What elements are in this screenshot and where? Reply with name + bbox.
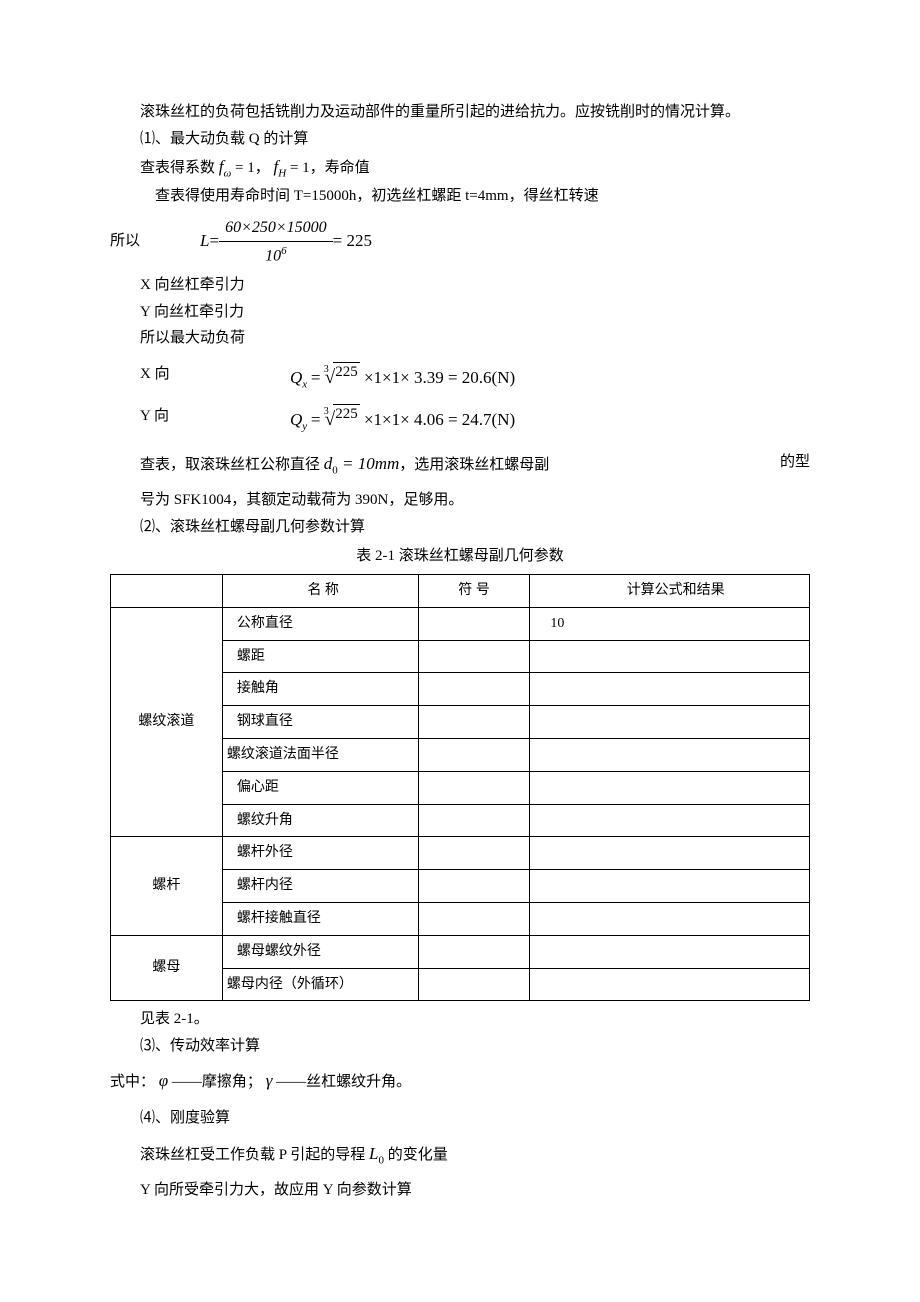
text: 查表得系数 — [140, 160, 215, 176]
var-phi: φ — [159, 1071, 168, 1090]
text: = 1， — [231, 160, 269, 176]
para-17: Y 向所受牵引力大，故应用 Y 向参数计算 — [110, 1178, 810, 1204]
table-row: 螺纹滚道 公称直径10 — [111, 607, 810, 640]
y-equation: Qy = 3√225 ×1×1× 4.06 = 24.7(N) — [230, 404, 810, 436]
coeff-f-h: fH — [274, 157, 287, 176]
para-15: ⑷、刚度验算 — [110, 1106, 810, 1132]
text: 式中： — [110, 1074, 155, 1090]
var-L0: L0 — [369, 1144, 384, 1163]
para-13: ⑶、传动效率计算 — [110, 1034, 810, 1060]
text: ，选用滚珠丝杠螺母副 — [399, 457, 549, 473]
para-3: 查表得系数 fω = 1， fH = 1，寿命值 — [110, 153, 810, 183]
var-gamma: γ — [266, 1071, 273, 1090]
para-8: 所以最大动负荷 — [110, 326, 810, 352]
para-1: 滚珠丝杠的负荷包括铣削力及运动部件的重量所引起的进给抗力。应按铣削时的情况计算。 — [110, 100, 810, 126]
para-9: 查表，取滚珠丝杠公称直径 d0 = 10mm，选用滚珠丝杠螺母副 的型 — [110, 450, 810, 480]
table-caption: 表 2-1 滚珠丝杠螺母副几何参数 — [110, 544, 810, 570]
y-label: Y 向 — [110, 404, 230, 436]
group-thread-raceway: 螺纹滚道 — [111, 607, 223, 837]
th-symbol: 符 号 — [418, 574, 530, 607]
table-row: 螺母 螺母螺纹外径 — [111, 935, 810, 968]
x-label: X 向 — [110, 362, 230, 394]
formula-qy: Y 向 Qy = 3√225 ×1×1× 4.06 = 24.7(N) — [110, 404, 810, 436]
group-nut: 螺母 — [111, 935, 223, 1001]
var-L: L — [200, 227, 209, 256]
denominator: 106 — [259, 242, 293, 270]
para-10: 号为 SFK1004，其额定动载荷为 390N，足够用。 — [110, 488, 810, 514]
para-14: 式中： φ ——摩擦角； γ ——丝杠螺纹升角。 — [110, 1067, 810, 1096]
text: = 1，寿命值 — [286, 160, 369, 176]
x-equation: Qx = 3√225 ×1×1× 3.39 = 20.6(N) — [230, 362, 810, 394]
var-d0: d0 — [324, 454, 338, 473]
numerator: 60×250×15000 — [219, 214, 333, 242]
formula-qx: X 向 Qx = 3√225 ×1×1× 3.39 = 20.6(N) — [110, 362, 810, 394]
text: ——丝杠螺纹升角。 — [276, 1074, 411, 1090]
th-formula: 计算公式和结果 — [530, 574, 810, 607]
text-tail: 的型 — [780, 450, 810, 480]
fraction: 60×250×15000 106 — [219, 214, 333, 270]
formula-L: 所以 L = 60×250×15000 106 = 225 — [110, 214, 810, 270]
text: 查表，取滚珠丝杠公称直径 — [140, 457, 324, 473]
text: = 10mm — [338, 454, 400, 473]
para-16: 滚珠丝杠受工作负载 P 引起的导程 L0 的变化量 — [110, 1140, 810, 1170]
equals: = — [209, 227, 219, 256]
table-row: 螺杆 螺杆外径 — [111, 837, 810, 870]
para-6: X 向丝杠牵引力 — [110, 273, 810, 299]
table-header-row: 名 称 符 号 计算公式和结果 — [111, 574, 810, 607]
th-name: 名 称 — [222, 574, 418, 607]
para-2: ⑴、最大动负载 Q 的计算 — [110, 127, 810, 153]
text: 的变化量 — [388, 1147, 448, 1163]
result: = 225 — [333, 227, 372, 256]
params-table: 名 称 符 号 计算公式和结果 螺纹滚道 公称直径10 螺距 接触角 钢球直径 … — [110, 574, 810, 1001]
group-screw: 螺杆 — [111, 837, 223, 935]
coeff-f-omega: fω — [219, 157, 232, 176]
para-12: 见表 2-1。 — [110, 1007, 810, 1033]
para-11: ⑵、滚珠丝杠螺母副几何参数计算 — [110, 515, 810, 541]
para-4: 查表得使用寿命时间 T=15000h，初选丝杠螺距 t=4mm，得丝杠转速 — [110, 184, 810, 210]
text: 滚珠丝杠受工作负载 P 引起的导程 — [140, 1147, 365, 1163]
para-7: Y 向丝杠牵引力 — [110, 300, 810, 326]
text-prefix: 所以 — [110, 229, 200, 255]
text: ——摩擦角； — [172, 1074, 262, 1090]
